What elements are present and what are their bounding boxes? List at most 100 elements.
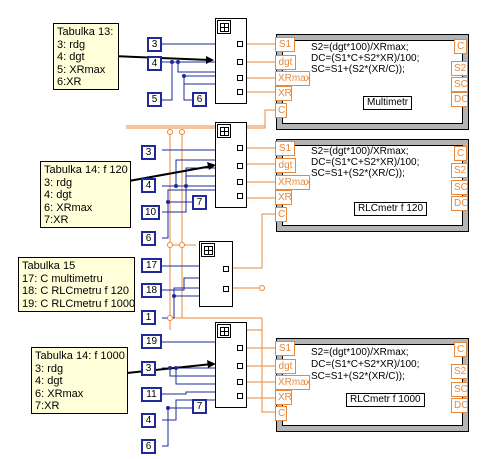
input-terminal[interactable]: XR bbox=[275, 390, 292, 405]
output-terminal[interactable]: C bbox=[454, 146, 467, 161]
formula-line: S2=(dgt*100)/XRmax; bbox=[311, 42, 409, 53]
constant[interactable]: 6 bbox=[192, 92, 207, 107]
constant[interactable]: 4 bbox=[147, 56, 162, 71]
index-array-node[interactable] bbox=[215, 18, 247, 104]
note-line: 4: dgt bbox=[57, 51, 85, 63]
grid-icon bbox=[201, 243, 215, 257]
formula-node-label: RLCmetr f 1000 bbox=[346, 393, 425, 407]
terminal-dot bbox=[237, 179, 243, 185]
output-terminal[interactable]: DC bbox=[451, 196, 468, 211]
note-tabulka-15: Tabulka 15 17: C multimetru 18: C RLCmet… bbox=[18, 257, 135, 312]
constant[interactable]: 4 bbox=[141, 413, 156, 428]
terminal-dot bbox=[237, 145, 243, 151]
terminal-dot bbox=[237, 379, 243, 385]
note-line: 6: XRmax bbox=[44, 201, 93, 214]
note-line: 3: rdg bbox=[35, 362, 64, 375]
note-line: 4: dgt bbox=[35, 375, 63, 387]
formula-line: SC=S1+(S2*(XR/C)); bbox=[311, 64, 405, 75]
output-terminal[interactable]: SC bbox=[451, 382, 468, 397]
constant[interactable]: 18 bbox=[141, 283, 162, 298]
note-tabulka-14-f120: Tabulka 14: f 120 3: rdg 4: dgt 6: XRmax… bbox=[40, 161, 131, 228]
constant[interactable]: 1 bbox=[141, 310, 156, 325]
formula-line: S2=(dgt*100)/XRmax; bbox=[311, 347, 409, 358]
input-terminal[interactable]: XR bbox=[275, 190, 292, 205]
terminal-dot bbox=[237, 75, 243, 81]
junction-dots bbox=[166, 60, 188, 410]
terminal-dot bbox=[237, 345, 243, 351]
input-terminal[interactable]: C bbox=[275, 406, 287, 421]
formula-line: SC=S1+(S2*(XR/C)); bbox=[311, 168, 405, 179]
output-terminal[interactable]: DC bbox=[451, 398, 468, 413]
output-terminal[interactable]: S2 bbox=[451, 61, 468, 76]
output-terminal[interactable]: DC bbox=[451, 92, 468, 107]
grid-icon bbox=[217, 20, 231, 34]
input-terminal[interactable]: dgt bbox=[275, 55, 296, 70]
output-terminal[interactable]: C bbox=[454, 342, 467, 357]
note-line: 7:XR bbox=[44, 214, 69, 226]
constant[interactable]: 19 bbox=[141, 334, 162, 349]
constant[interactable]: 10 bbox=[141, 205, 160, 220]
output-terminal[interactable]: S2 bbox=[451, 163, 468, 178]
terminal-dot bbox=[237, 163, 243, 169]
note-line: 7:XR bbox=[35, 400, 60, 412]
note-line: 4: dgt bbox=[44, 189, 72, 201]
constant[interactable]: 5 bbox=[147, 92, 162, 107]
note-line: Tabulka 14: f 120 bbox=[44, 164, 128, 176]
formula-node-label: Multimetr bbox=[363, 96, 413, 110]
terminal-dot bbox=[237, 59, 243, 65]
index-array-node[interactable] bbox=[215, 322, 247, 408]
note-line: 19: C RLCmetru f 1000 bbox=[22, 297, 135, 310]
note-line: Tabulka 13: bbox=[57, 26, 114, 38]
input-terminal[interactable]: C bbox=[275, 207, 287, 222]
input-terminal[interactable]: S1 bbox=[275, 341, 295, 356]
index-array-node[interactable] bbox=[215, 122, 247, 208]
constant[interactable]: 17 bbox=[141, 258, 162, 273]
input-terminal[interactable]: dgt bbox=[275, 158, 296, 173]
note-tabulka-13: Tabulka 13: 3: rdg 4: dgt 5: XRmax 6:XR bbox=[53, 23, 119, 90]
note-line: 6: XRmax bbox=[35, 387, 84, 400]
formula-line: SC=S1+(S2*(XR/C)); bbox=[311, 371, 405, 382]
terminal-dot bbox=[237, 193, 243, 199]
terminal-dot bbox=[237, 89, 243, 95]
input-terminal[interactable]: S1 bbox=[275, 141, 295, 156]
note-line: Tabulka 15 bbox=[22, 260, 76, 272]
constant[interactable]: 4 bbox=[141, 178, 156, 193]
input-terminal[interactable]: XRmax bbox=[275, 175, 311, 190]
note-line: 18: C RLCmetru f 120 bbox=[22, 285, 129, 297]
output-terminal[interactable]: SC bbox=[451, 180, 468, 195]
input-terminal[interactable]: S1 bbox=[275, 37, 295, 52]
constant[interactable]: 3 bbox=[141, 361, 156, 376]
input-terminal[interactable]: XR bbox=[275, 86, 292, 101]
input-terminal[interactable]: XRmax bbox=[275, 375, 311, 390]
terminal-dot bbox=[237, 41, 243, 47]
input-terminal[interactable]: XRmax bbox=[275, 71, 311, 86]
output-terminal[interactable]: SC bbox=[451, 77, 468, 92]
formula-line: S2=(dgt*100)/XRmax; bbox=[311, 146, 409, 157]
formula-node-label: RLCmetr f 120 bbox=[354, 202, 428, 216]
input-terminal[interactable]: C bbox=[275, 103, 287, 118]
output-terminal[interactable]: C bbox=[454, 39, 467, 54]
output-terminal[interactable]: S2 bbox=[451, 364, 468, 379]
terminal-dot bbox=[237, 393, 243, 399]
grid-icon bbox=[217, 124, 231, 138]
terminal-dot bbox=[237, 363, 243, 369]
constant[interactable]: 3 bbox=[147, 37, 162, 52]
note-line: 3: rdg bbox=[44, 176, 73, 189]
constant[interactable]: 6 bbox=[141, 439, 156, 454]
constant[interactable]: 7 bbox=[192, 399, 207, 414]
note-tabulka-14-f1000: Tabulka 14: f 1000 3: rdg 4: dgt 6: XRma… bbox=[31, 347, 128, 414]
constant[interactable]: 11 bbox=[141, 387, 162, 402]
constant[interactable]: 3 bbox=[141, 145, 156, 160]
note-line: 3: rdg bbox=[57, 38, 86, 51]
index-array-node[interactable] bbox=[199, 241, 233, 307]
constant[interactable]: 6 bbox=[141, 231, 156, 246]
input-terminal[interactable]: dgt bbox=[275, 359, 296, 374]
note-line: 17: C multimetru bbox=[22, 272, 103, 285]
formula-line: DC=(S1*C+S2*XR)/100; bbox=[311, 53, 420, 64]
constant[interactable]: 7 bbox=[192, 195, 207, 210]
grid-icon bbox=[217, 324, 231, 338]
note-line: 5: XRmax bbox=[57, 63, 106, 76]
note-line: Tabulka 14: f 1000 bbox=[35, 350, 125, 362]
formula-line: DC=(S1*C+S2*XR)/100; bbox=[311, 359, 420, 370]
formula-line: DC=(S1*C+S2*XR)/100; bbox=[311, 157, 420, 168]
